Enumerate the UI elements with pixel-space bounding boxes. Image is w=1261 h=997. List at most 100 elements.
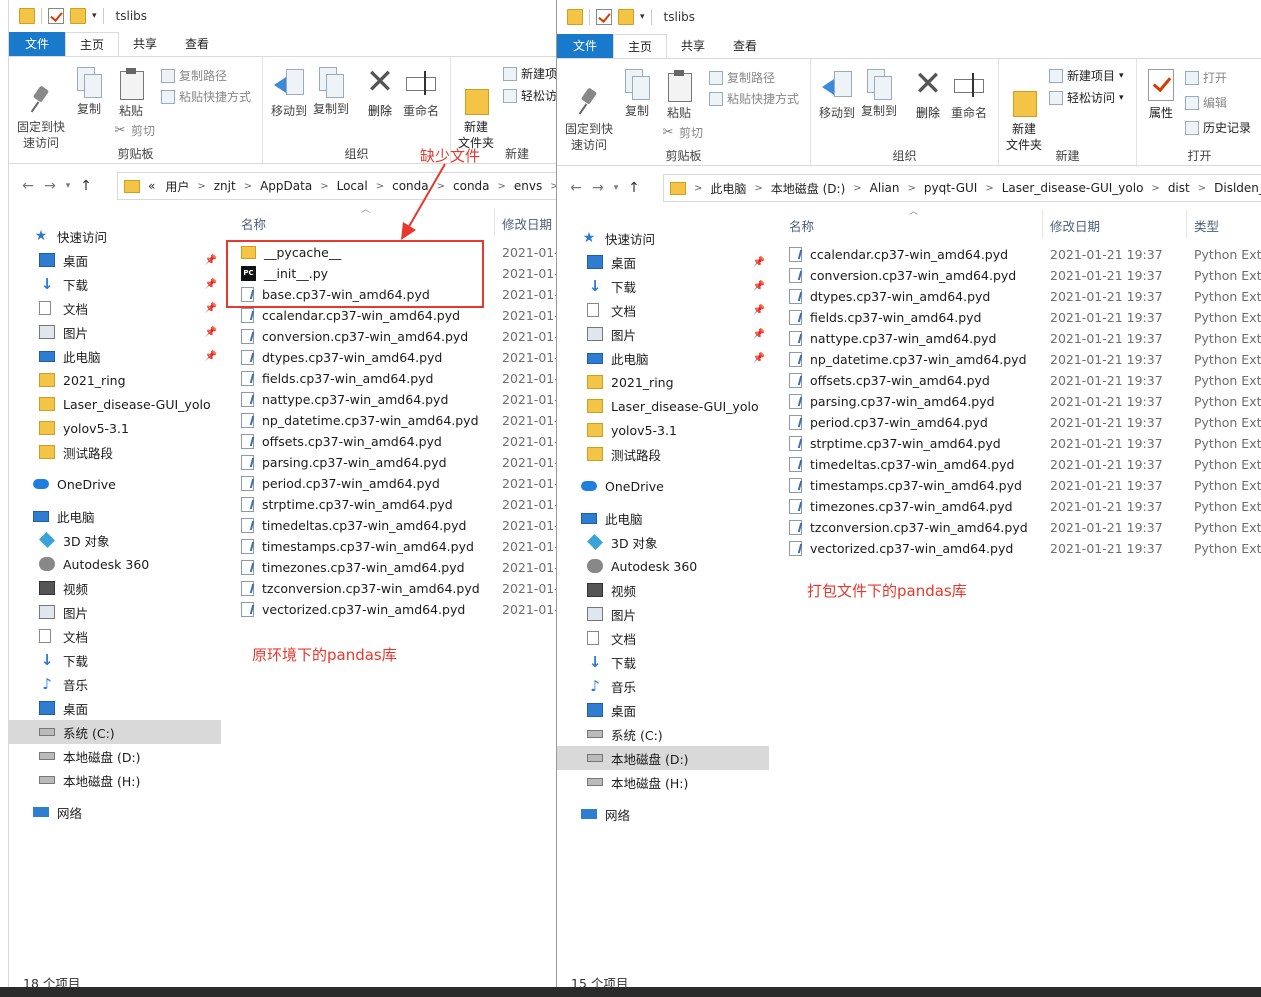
breadcrumb-item[interactable]: 此电脑	[705, 180, 751, 197]
new-folder-button[interactable]: 新建 文件夹	[455, 67, 497, 151]
column-header-type[interactable]: 类型	[1194, 214, 1219, 236]
nav-desktop[interactable]: 桌面 📌	[39, 248, 221, 272]
paste-button[interactable]: 粘贴	[661, 69, 697, 121]
breadcrumb-item[interactable]: 用户	[160, 178, 194, 195]
copy-button[interactable]: 复制	[619, 69, 655, 119]
nav-downloads-pc[interactable]: ↓ 下载	[39, 648, 88, 672]
nav-desktop[interactable]: 桌面 📌	[587, 250, 769, 274]
file-row[interactable]: offsets.cp37-win_amd64.pyd 2021-01-21 19:…	[769, 370, 1261, 391]
nav-desktop-pc[interactable]: 桌面	[39, 696, 88, 720]
file-row[interactable]: conversion.cp37-win_amd64.pyd 2021-01-21 …	[769, 265, 1261, 286]
cut-button[interactable]: ✂ 剪切	[661, 124, 703, 141]
nav-autodesk[interactable]: Autodesk 360	[39, 552, 149, 576]
breadcrumb-item[interactable]: 本地磁盘 (D:)	[766, 180, 850, 197]
breadcrumb-overflow[interactable]: «	[140, 179, 160, 193]
back-arrow-icon[interactable]: ←	[565, 180, 587, 196]
nav-onedrive[interactable]: OneDrive	[33, 472, 116, 496]
nav-documents-pc[interactable]: 文档	[39, 624, 88, 648]
tab-view[interactable]: 查看	[719, 34, 771, 58]
column-header-name[interactable]: 名称	[789, 214, 814, 236]
new-folder-quick-icon[interactable]	[618, 9, 634, 25]
copy-path-button[interactable]: 复制路径	[161, 67, 227, 84]
nav-pictures[interactable]: 图片 📌	[587, 322, 769, 346]
breadcrumb-item[interactable]: AppData	[255, 179, 317, 193]
address-bar[interactable]: > 此电脑 > 本地磁盘 (D:) > Alian > pyqt-GUI > Laser…	[663, 174, 1261, 202]
nav-onedrive[interactable]: OneDrive	[581, 474, 664, 498]
new-folder-button[interactable]: 新建 文件夹	[1003, 69, 1045, 153]
breadcrumb-item[interactable]: envs	[509, 179, 547, 193]
paste-shortcut-button[interactable]: 粘贴快捷方式	[709, 90, 799, 107]
nav-documents[interactable]: 文档 📌	[39, 296, 221, 320]
back-arrow-icon[interactable]: ←	[17, 178, 39, 194]
easy-access-button[interactable]: 轻松访	[503, 87, 556, 104]
breadcrumb-item[interactable]: Laser_disease-GUI_yolo	[997, 181, 1149, 195]
tab-share[interactable]: 共享	[119, 32, 171, 56]
tab-share[interactable]: 共享	[667, 34, 719, 58]
rename-button[interactable]: 重命名	[949, 69, 989, 121]
file-row[interactable]: dtypes.cp37-win_amd64.pyd 2021-01-21 19:3…	[769, 286, 1261, 307]
file-row[interactable]: strptime.cp37-win_amd64.pyd 2021-01-21 19…	[769, 433, 1261, 454]
nav-downloads[interactable]: ↓ 下载 📌	[39, 272, 221, 296]
file-row[interactable]: offsets.cp37-win_amd64.pyd 2021-01-2	[221, 431, 556, 452]
breadcrumb-item[interactable]: znjt	[209, 179, 241, 193]
tab-file[interactable]: 文件	[557, 34, 614, 58]
move-to-button[interactable]: 移动到	[269, 67, 309, 119]
breadcrumb-item[interactable]: dist	[1163, 181, 1195, 195]
breadcrumb-item[interactable]: Local	[332, 179, 373, 193]
nav-3d-objects[interactable]: 3D 对象	[39, 528, 110, 552]
properties-button[interactable]: 属性	[1143, 69, 1179, 121]
column-header-name[interactable]: 名称	[241, 212, 266, 234]
nav-desktop-pc[interactable]: 桌面	[587, 698, 636, 722]
breadcrumb-item[interactable]: Dislden_yo	[1209, 181, 1261, 195]
file-row[interactable]: vectorized.cp37-win_amd64.pyd 2021-01-21 …	[769, 538, 1261, 559]
file-row[interactable]: fields.cp37-win_amd64.pyd 2021-01-2	[221, 368, 556, 389]
file-row[interactable]: parsing.cp37-win_amd64.pyd 2021-01-21 19:…	[769, 391, 1261, 412]
delete-button[interactable]: ✕ 删除	[363, 65, 397, 119]
copy-to-button[interactable]: 复制到	[311, 67, 351, 117]
file-row[interactable]: np_datetime.cp37-win_amd64.pyd 2021-01-2	[221, 410, 556, 431]
file-row[interactable]: period.cp37-win_amd64.pyd 2021-01-21 19:3…	[769, 412, 1261, 433]
delete-button[interactable]: ✕ 删除	[911, 67, 945, 121]
file-row[interactable]: conversion.cp37-win_amd64.pyd 2021-01-2	[221, 326, 556, 347]
nav-drive-c[interactable]: 系统 (C:)	[9, 720, 221, 744]
quick-access-dropdown-icon[interactable]: ▾	[640, 12, 645, 22]
file-row[interactable]: strptime.cp37-win_amd64.pyd 2021-01-2	[221, 494, 556, 515]
address-bar[interactable]: « 用户 > znjt > AppData > Local > conda > conda…	[117, 172, 556, 200]
nav-documents[interactable]: 文档 📌	[587, 298, 769, 322]
quick-access-dropdown-icon[interactable]: ▾	[92, 11, 97, 21]
file-row[interactable]: timestamps.cp37-win_amd64.pyd 2021-01-2	[221, 536, 556, 557]
tab-home[interactable]: 主页	[65, 32, 120, 56]
nav-drive-d[interactable]: 本地磁盘 (D:)	[39, 744, 141, 768]
nav-folder-yolov5[interactable]: yolov5-3.1	[587, 418, 677, 442]
breadcrumb-item[interactable]: pyqt-GUI	[919, 181, 982, 195]
copy-button[interactable]: 复制	[71, 67, 107, 117]
nav-videos[interactable]: 视频	[587, 578, 636, 602]
nav-drive-c[interactable]: 系统 (C:)	[587, 722, 663, 746]
properties-quick-icon[interactable]	[48, 8, 64, 24]
nav-downloads[interactable]: ↓ 下载 📌	[587, 274, 769, 298]
nav-drive-h[interactable]: 本地磁盘 (H:)	[39, 768, 140, 792]
nav-documents-pc[interactable]: 文档	[587, 626, 636, 650]
nav-network[interactable]: 网络	[33, 800, 82, 824]
tab-home[interactable]: 主页	[613, 34, 668, 58]
forward-arrow-icon[interactable]: →	[39, 178, 61, 194]
column-header-date[interactable]: 修改日期	[1050, 214, 1100, 236]
up-arrow-icon[interactable]: ↑	[75, 178, 97, 194]
nav-this-pc-pinned[interactable]: 此电脑 📌	[39, 344, 221, 368]
file-row[interactable]: timedeltas.cp37-win_amd64.pyd 2021-01-21 …	[769, 454, 1261, 475]
breadcrumb-item[interactable]: Alian	[865, 181, 905, 195]
file-row[interactable]: timezones.cp37-win_amd64.pyd 2021-01-2	[221, 557, 556, 578]
recent-dropdown-icon[interactable]: ▾	[61, 181, 75, 191]
nav-music[interactable]: ♪ 音乐	[587, 674, 636, 698]
nav-quick-access[interactable]: ★ 快速访问	[581, 226, 769, 250]
nav-this-pc[interactable]: 此电脑	[33, 504, 95, 528]
nav-pictures-pc[interactable]: 图片	[587, 602, 636, 626]
paste-shortcut-button[interactable]: 粘贴快捷方式	[161, 88, 251, 105]
nav-folder-laser[interactable]: Laser_disease-GUI_yolo	[587, 394, 759, 418]
nav-downloads-pc[interactable]: ↓ 下载	[587, 650, 636, 674]
file-row[interactable]: ccalendar.cp37-win_amd64.pyd 2021-01-2	[221, 305, 556, 326]
nav-drive-h[interactable]: 本地磁盘 (H:)	[587, 770, 688, 794]
nav-network[interactable]: 网络	[581, 802, 630, 826]
open-button[interactable]: 打开	[1185, 69, 1227, 86]
up-arrow-icon[interactable]: ↑	[623, 180, 645, 196]
